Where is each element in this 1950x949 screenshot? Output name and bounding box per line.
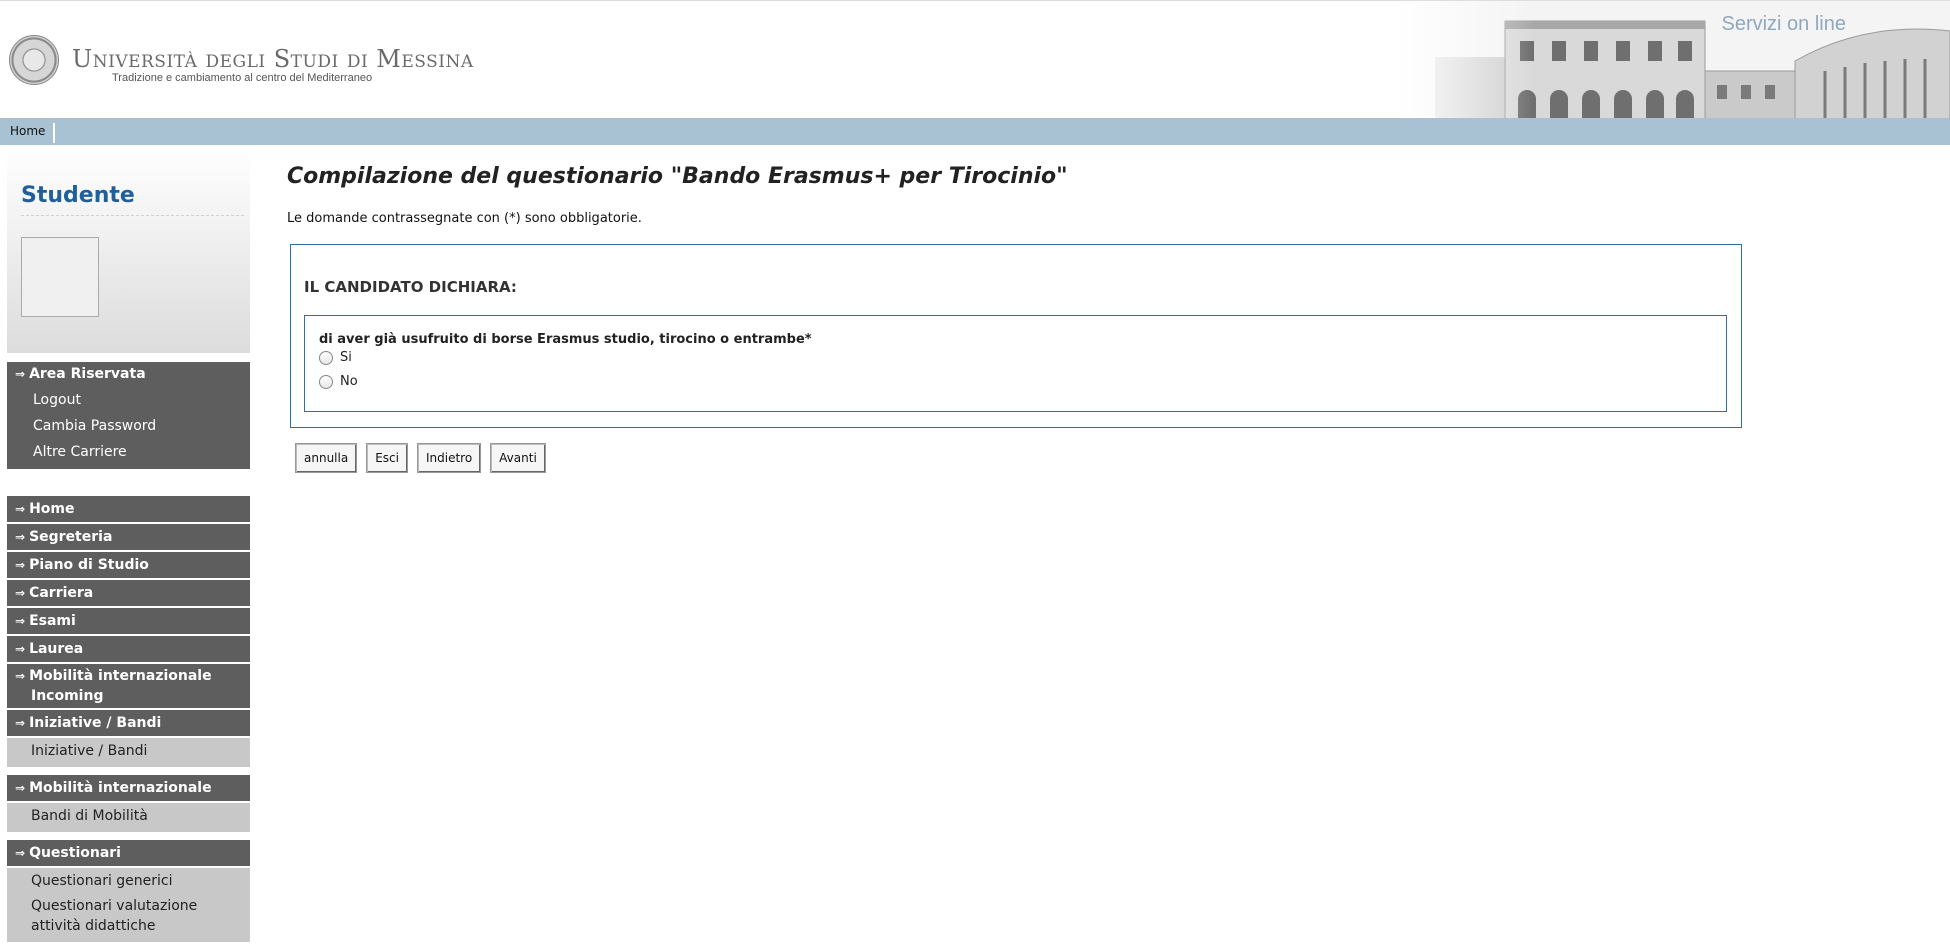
arrow-right-icon: ⇒ (15, 781, 26, 795)
logout-link[interactable]: Logout (33, 392, 81, 408)
main-menu: ⇒ Home ⇒ Segreteria ⇒ Piano di Studio ⇒ Carr… (7, 496, 250, 942)
arrow-right-icon: ⇒ (15, 558, 26, 572)
menu-item-mobilita-internazionale[interactable]: ⇒ Mobilità internazionale (7, 775, 250, 803)
arrow-right-icon: ⇒ (15, 669, 26, 683)
menu-label: Laurea (29, 641, 84, 657)
university-tagline: Tradizione e cambiamento al centro del M… (112, 72, 373, 84)
submenu-iniziative-bandi[interactable]: Iniziative / Bandi (7, 738, 250, 775)
menu-label: Mobilità internazionale Incoming (29, 668, 212, 704)
annulla-button[interactable]: annulla (295, 443, 358, 473)
mandatory-note: Le domande contrassegnate con (*) sono o… (287, 211, 642, 226)
change-password-link[interactable]: Cambia Password (33, 418, 156, 434)
university-seal-icon[interactable] (9, 35, 59, 85)
avanti-button[interactable]: Avanti (490, 443, 546, 473)
arrow-right-icon: ⇒ (15, 642, 26, 656)
menu-label: Iniziative / Bandi (29, 715, 162, 731)
menu-label: Mobilità internazionale (29, 780, 212, 796)
menu-item-home[interactable]: ⇒ Home (7, 496, 250, 524)
area-riservata-heading[interactable]: ⇒ Area Riservata (15, 366, 146, 382)
indietro-button[interactable]: Indietro (416, 443, 482, 473)
form-buttons: annulla Esci Indietro Avanti (295, 443, 546, 473)
menu-item-iniziative-bandi[interactable]: ⇒ Iniziative / Bandi (7, 710, 250, 738)
arrow-right-icon: ⇒ (15, 586, 26, 600)
option-si[interactable]: Si (319, 350, 352, 365)
area-riservata-menu: ⇒ Area Riservata Logout Cambia Password A… (7, 362, 250, 469)
menu-item-carriera[interactable]: ⇒ Carriera (7, 580, 250, 608)
option-no[interactable]: No (319, 374, 358, 389)
area-riservata-label: Area Riservata (29, 366, 146, 382)
arrow-right-icon: ⇒ (15, 846, 26, 860)
menu-label: Questionari (29, 845, 121, 861)
submenu-questionari-valutazione[interactable]: Questionari valutazione attività didatti… (7, 893, 250, 942)
university-name[interactable]: Università degli Studi di Messina (72, 45, 474, 73)
site-header: Università degli Studi di Messina Tradiz… (0, 0, 1950, 119)
arrow-right-icon: ⇒ (15, 716, 26, 730)
sidebar-title: Studente (21, 183, 135, 208)
radio-no[interactable] (319, 374, 333, 389)
question-box: di aver già usufruito di borse Erasmus s… (304, 315, 1727, 412)
arrow-right-icon: ⇒ (15, 614, 26, 628)
building-illustration (1395, 1, 1950, 119)
menu-item-esami[interactable]: ⇒ Esami (7, 608, 250, 636)
top-navbar: Home (0, 118, 1950, 145)
submenu-questionari-generici[interactable]: Questionari generici (7, 868, 250, 893)
arrow-right-icon: ⇒ (15, 502, 26, 516)
questionnaire-section: IL CANDIDATO DICHIARA: di aver già usufr… (290, 244, 1742, 428)
radio-si[interactable] (319, 350, 333, 365)
menu-item-piano-di-studio[interactable]: ⇒ Piano di Studio (7, 552, 250, 580)
question-text: di aver già usufruito di borse Erasmus s… (319, 332, 812, 347)
student-panel: Studente (7, 147, 250, 353)
option-no-label: No (340, 374, 358, 389)
menu-item-mobilita-incoming[interactable]: ⇒ Mobilità internazionale Incoming (7, 664, 250, 710)
section-title: IL CANDIDATO DICHIARA: (304, 278, 517, 296)
menu-label: Piano di Studio (29, 557, 149, 573)
building-photo (1395, 1, 1950, 119)
nav-home-link[interactable]: Home (10, 123, 56, 143)
arrow-right-icon: ⇒ (15, 530, 26, 544)
submenu-bandi-di-mobilita[interactable]: Bandi di Mobilità (7, 803, 250, 840)
servizi-online-label: Servizi on line (1721, 13, 1846, 35)
avatar (21, 237, 99, 317)
menu-item-segreteria[interactable]: ⇒ Segreteria (7, 524, 250, 552)
option-si-label: Si (340, 350, 352, 365)
menu-label: Home (29, 501, 75, 517)
sidebar: Studente (7, 147, 250, 353)
other-careers-link[interactable]: Altre Carriere (33, 444, 127, 460)
menu-label: Carriera (29, 585, 94, 601)
menu-item-questionari[interactable]: ⇒ Questionari (7, 840, 250, 868)
menu-label: Esami (29, 613, 76, 629)
divider (21, 215, 244, 216)
menu-item-laurea[interactable]: ⇒ Laurea (7, 636, 250, 664)
page-title: Compilazione del questionario "Bando Era… (287, 164, 1068, 189)
arrow-right-icon: ⇒ (15, 367, 26, 381)
esci-button[interactable]: Esci (366, 443, 408, 473)
menu-label: Segreteria (29, 529, 113, 545)
